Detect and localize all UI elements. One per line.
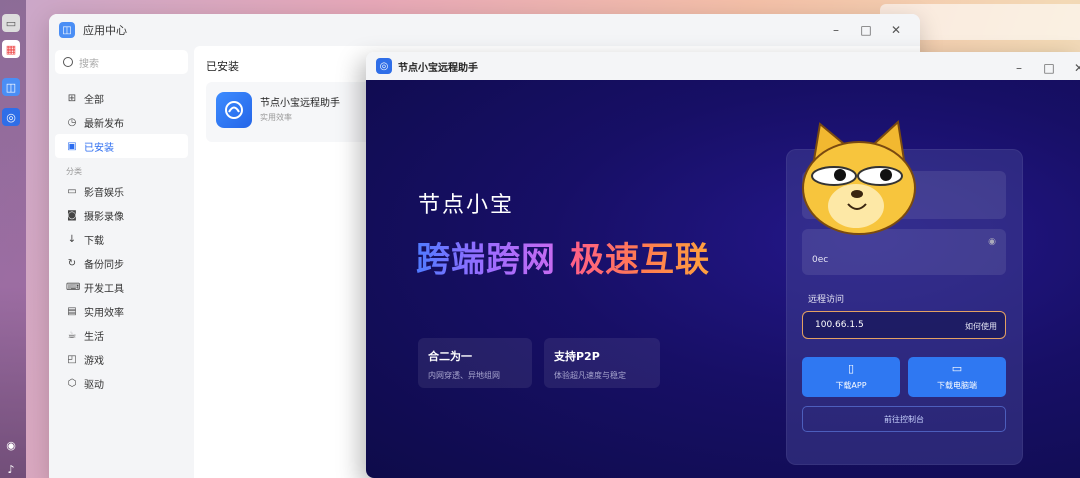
monitor-icon[interactable]: ▭ <box>2 14 20 32</box>
doge-sticker-image <box>800 120 918 238</box>
desktop-dock: ▭ ▦ ◫ ◎ ◉ ♪ <box>0 0 26 478</box>
category-label: 游戏 <box>84 355 104 367</box>
category-camera[interactable]: ◙ 摄影录像 <box>55 203 188 227</box>
close-icon[interactable]: ✕ <box>881 23 911 37</box>
category-download[interactable]: ↓ 下载 <box>55 227 188 251</box>
access-code-partial: 0ec <box>812 255 829 265</box>
nav-label: 全部 <box>84 94 104 106</box>
nav-item-latest[interactable]: ◷ 最新发布 <box>55 110 188 134</box>
installed-app-card[interactable]: 节点小宝远程助手 实用效率 <box>206 82 376 142</box>
remote-body: 节点小宝 跨端跨网 极速互联 合二为一 内网穿透、异地组网 支持P2P 体验超凡速… <box>366 80 1080 478</box>
driver-icon: ⬡ <box>67 377 77 389</box>
maximize-icon[interactable]: □ <box>1034 61 1064 75</box>
section-label: 分类 <box>66 167 82 176</box>
nav-label: 已安装 <box>84 142 114 154</box>
close-icon[interactable]: ✕ <box>1064 61 1080 75</box>
app-center-dock-icon[interactable]: ◫ <box>2 78 20 96</box>
settings-dock-icon[interactable]: ◉ <box>2 436 20 454</box>
category-label: 备份同步 <box>84 259 124 271</box>
category-label: 下载 <box>84 235 104 247</box>
category-driver[interactable]: ⬡ 驱动 <box>55 371 188 395</box>
window-title: 应用中心 <box>83 24 127 37</box>
slogan: 跨端跨网 极速互联 <box>416 232 710 281</box>
search-icon <box>63 57 73 67</box>
feature-desc: 内网穿透、异地组网 <box>428 371 500 380</box>
remote-assistant-dock-icon[interactable]: ◎ <box>2 108 20 126</box>
life-icon: ☕ <box>67 329 77 341</box>
efficiency-icon: ▤ <box>67 305 77 317</box>
maximize-icon[interactable]: □ <box>851 23 881 37</box>
category-efficiency[interactable]: ▤ 实用效率 <box>55 299 188 323</box>
category-label: 影音娱乐 <box>84 187 124 199</box>
video-icon: ▭ <box>67 185 77 197</box>
installed-icon: ▣ <box>67 140 77 152</box>
app-center-logo-icon: ◫ <box>59 22 75 38</box>
category-game[interactable]: ◰ 游戏 <box>55 347 188 371</box>
minimize-icon[interactable]: – <box>1004 61 1034 75</box>
grid-icon: ⊞ <box>67 92 77 104</box>
bell-icon[interactable]: ♪ <box>2 460 20 478</box>
brand-name: 节点小宝 <box>418 193 515 218</box>
nav-label: 最新发布 <box>84 118 124 130</box>
window-title: 节点小宝远程助手 <box>398 62 478 74</box>
category-label: 生活 <box>84 331 104 343</box>
game-icon: ◰ <box>67 353 77 365</box>
eye-icon[interactable]: ◉ <box>988 237 996 247</box>
feature-desc: 体验超凡速度与稳定 <box>554 371 626 380</box>
remote-access-label: 远程访问 <box>808 295 845 305</box>
window-controls: – □ ✕ <box>821 14 911 46</box>
slogan-part1: 跨端跨网 <box>416 240 556 280</box>
how-to-use-link[interactable]: 如何使用 <box>965 321 997 332</box>
search-input[interactable]: 搜索 <box>55 50 188 74</box>
remote-assistant-app-icon <box>216 92 252 128</box>
minimize-icon[interactable]: – <box>821 23 851 37</box>
go-to-console-button[interactable]: 前往控制台 <box>802 406 1006 432</box>
category-video[interactable]: ▭ 影音娱乐 <box>55 179 188 203</box>
feature-card: 合二为一 内网穿透、异地组网 <box>418 338 532 388</box>
category-label: 实用效率 <box>84 307 124 319</box>
code-icon: ⌨ <box>66 281 81 293</box>
app-grid-icon[interactable]: ▦ <box>2 40 20 58</box>
category-label: 驱动 <box>84 379 104 391</box>
download-icon: ↓ <box>67 233 77 245</box>
slogan-part2: 极速互联 <box>570 240 710 280</box>
app-center-titlebar: ◫ 应用中心 – □ ✕ <box>49 14 920 46</box>
category-life[interactable]: ☕ 生活 <box>55 323 188 347</box>
camera-icon: ◙ <box>67 209 77 221</box>
clock-icon: ◷ <box>67 116 77 128</box>
category-label: 摄影录像 <box>84 211 124 223</box>
nav-item-all[interactable]: ⊞ 全部 <box>55 86 188 110</box>
search-placeholder: 搜索 <box>79 58 99 70</box>
category-sync[interactable]: ↻ 备份同步 <box>55 251 188 275</box>
page-title: 已安装 <box>206 60 239 73</box>
remote-titlebar: ◎ 节点小宝远程助手 – □ ✕ <box>366 52 1080 80</box>
sync-icon: ↻ <box>67 257 77 269</box>
app-name: 节点小宝远程助手 <box>260 98 340 109</box>
download-pc-button[interactable]: ▭ 下载电脑端 <box>908 357 1006 397</box>
category-dev[interactable]: ⌨ 开发工具 <box>55 275 188 299</box>
ip-address-field[interactable]: 100.66.1.5 如何使用 <box>802 311 1006 339</box>
feature-title: 支持P2P <box>554 350 600 363</box>
button-label: 下载电脑端 <box>937 381 977 390</box>
desktop-icon: ▭ <box>951 362 963 375</box>
phone-icon: ▯ <box>847 362 855 375</box>
app-category: 实用效率 <box>260 113 292 122</box>
sidebar: 搜索 ⊞ 全部 ◷ 最新发布 ▣ 已安装 分类 ▭ 影音娱乐 ◙ 摄影录像 ↓ … <box>49 46 194 478</box>
remote-assistant-window: ◎ 节点小宝远程助手 – □ ✕ 节点小宝 跨端跨网 极速互联 合二为一 内网穿透… <box>366 52 1080 478</box>
feature-title: 合二为一 <box>428 350 472 363</box>
button-label: 下载APP <box>835 381 867 390</box>
category-label: 开发工具 <box>84 283 124 295</box>
download-app-button[interactable]: ▯ 下载APP <box>802 357 900 397</box>
nav-item-installed[interactable]: ▣ 已安装 <box>55 134 188 158</box>
feature-card: 支持P2P 体验超凡速度与稳定 <box>544 338 660 388</box>
remote-app-logo-icon: ◎ <box>376 58 392 74</box>
ip-address: 100.66.1.5 <box>815 320 864 330</box>
